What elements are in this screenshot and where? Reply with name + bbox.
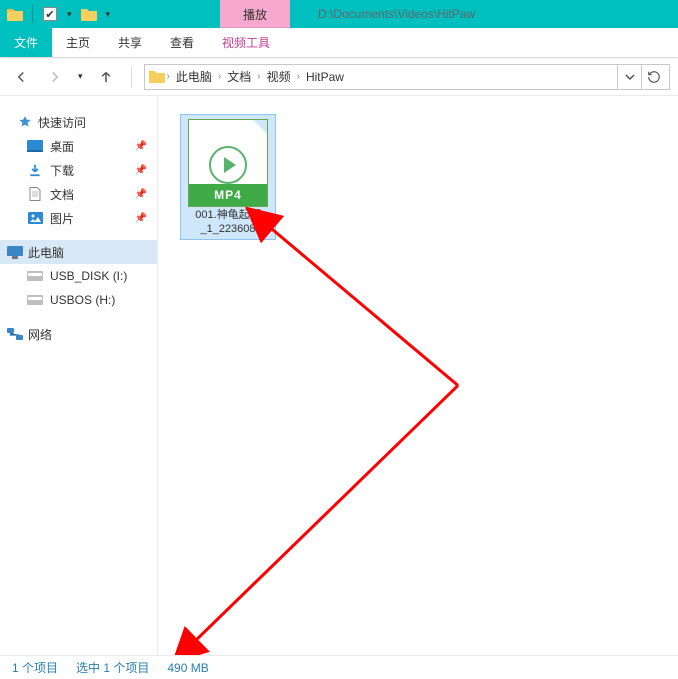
picture-icon bbox=[26, 210, 44, 226]
nav-usb-disk-label: USB_DISK (I:) bbox=[50, 269, 127, 283]
nav-usbos[interactable]: USBOS (H:) bbox=[0, 288, 157, 312]
network-icon bbox=[6, 326, 24, 342]
file-thumbnail: MP4 bbox=[188, 119, 268, 207]
crumb-thispc[interactable]: 此电脑 bbox=[172, 68, 216, 85]
qat-check1[interactable]: ✔ bbox=[41, 5, 59, 23]
nav-desktop[interactable]: 桌面 📌 bbox=[0, 134, 157, 158]
status-selection: 选中 1 个项目 bbox=[76, 659, 149, 676]
file-tab[interactable]: 文件 bbox=[0, 27, 52, 57]
breadcrumb-sep-icon: › bbox=[295, 71, 302, 82]
nav-downloads[interactable]: 下载 📌 bbox=[0, 158, 157, 182]
format-badge: MP4 bbox=[189, 184, 267, 206]
address-dropdown-button[interactable] bbox=[617, 65, 641, 89]
tab-share[interactable]: 共享 bbox=[104, 27, 156, 57]
crumb-videos[interactable]: 视频 bbox=[263, 68, 295, 85]
content-area[interactable]: MP4 001.神龟起源 _1_223608 bbox=[158, 96, 678, 655]
nav-usbos-label: USBOS (H:) bbox=[50, 293, 115, 307]
drive-icon bbox=[26, 268, 44, 284]
nav-this-pc-label: 此电脑 bbox=[28, 244, 64, 261]
status-bar: 1 个项目 选中 1 个项目 490 MB bbox=[0, 655, 678, 679]
quick-access-toolbar: ✔ ▾ ▾ bbox=[0, 5, 112, 23]
nav-quick-access-label: 快速访问 bbox=[38, 114, 86, 131]
forward-button[interactable] bbox=[42, 64, 68, 90]
nav-network[interactable]: 网络 bbox=[0, 322, 157, 346]
address-folder-icon bbox=[149, 70, 165, 83]
qat-chevron1[interactable]: ▾ bbox=[65, 9, 74, 20]
up-button[interactable] bbox=[93, 64, 119, 90]
address-bar[interactable]: › 此电脑 › 文档 › 视频 › HitPaw bbox=[144, 64, 670, 90]
nav-pictures-label: 图片 bbox=[50, 210, 74, 227]
nav-quick-access[interactable]: 快速访问 bbox=[0, 110, 157, 134]
nav-pictures[interactable]: 图片 📌 bbox=[0, 206, 157, 230]
back-button[interactable] bbox=[8, 64, 34, 90]
tab-video-tools[interactable]: 视频工具 bbox=[208, 27, 284, 57]
nav-usb-disk[interactable]: USB_DISK (I:) bbox=[0, 264, 157, 288]
breadcrumb-sep-icon: › bbox=[165, 71, 172, 82]
play-icon bbox=[209, 146, 247, 184]
nav-documents-label: 文档 bbox=[50, 186, 74, 203]
nav-network-label: 网络 bbox=[28, 326, 52, 343]
desktop-icon bbox=[26, 138, 44, 154]
pin-icon: 📌 bbox=[135, 165, 147, 176]
ribbon-contextual-header[interactable]: 播放 bbox=[220, 0, 290, 28]
tab-view[interactable]: 查看 bbox=[156, 27, 208, 57]
nav-downloads-label: 下载 bbox=[50, 162, 74, 179]
file-name-line2: _1_223608 bbox=[183, 223, 273, 237]
qat-separator bbox=[32, 5, 33, 23]
qat-folder2-icon bbox=[80, 5, 98, 23]
download-icon bbox=[26, 162, 44, 178]
nav-this-pc[interactable]: 此电脑 bbox=[0, 240, 157, 264]
crumb-documents[interactable]: 文档 bbox=[223, 68, 255, 85]
tab-home[interactable]: 主页 bbox=[52, 27, 104, 57]
navigation-row: ▾ › 此电脑 › 文档 › 视频 › HitPaw bbox=[0, 58, 678, 96]
ribbon-tabs: 文件 主页 共享 查看 视频工具 bbox=[0, 28, 678, 58]
history-dropdown[interactable]: ▾ bbox=[76, 71, 85, 82]
file-item[interactable]: MP4 001.神龟起源 _1_223608 bbox=[180, 114, 276, 240]
nav-separator bbox=[131, 66, 132, 88]
qat-chevron2[interactable]: ▾ bbox=[104, 9, 113, 20]
qat-folder-icon bbox=[6, 5, 24, 23]
document-icon bbox=[26, 186, 44, 202]
pin-icon: 📌 bbox=[135, 141, 147, 152]
pin-icon: 📌 bbox=[135, 189, 147, 200]
nav-documents[interactable]: 文档 📌 bbox=[0, 182, 157, 206]
star-icon bbox=[16, 114, 34, 130]
drive-icon bbox=[26, 292, 44, 308]
explorer-body: 快速访问 桌面 📌 下载 📌 文档 📌 bbox=[0, 96, 678, 655]
refresh-button[interactable] bbox=[641, 65, 665, 89]
pin-icon: 📌 bbox=[135, 213, 147, 224]
nav-desktop-label: 桌面 bbox=[50, 138, 74, 155]
status-item-count: 1 个项目 bbox=[12, 659, 58, 676]
breadcrumb-sep-icon: › bbox=[216, 71, 223, 82]
file-name-line1: 001.神龟起源 bbox=[183, 209, 273, 223]
crumb-hitpaw[interactable]: HitPaw bbox=[302, 70, 348, 84]
navigation-pane: 快速访问 桌面 📌 下载 📌 文档 📌 bbox=[0, 96, 158, 655]
window-titlebar: ✔ ▾ ▾ 播放 D:\Documents\Videos\HitPaw bbox=[0, 0, 678, 28]
computer-icon bbox=[6, 244, 24, 260]
titlebar-path: D:\Documents\Videos\HitPaw bbox=[318, 0, 475, 28]
breadcrumb-sep-icon: › bbox=[255, 71, 262, 82]
address-bar-buttons bbox=[617, 65, 665, 89]
status-size: 490 MB bbox=[167, 661, 208, 675]
